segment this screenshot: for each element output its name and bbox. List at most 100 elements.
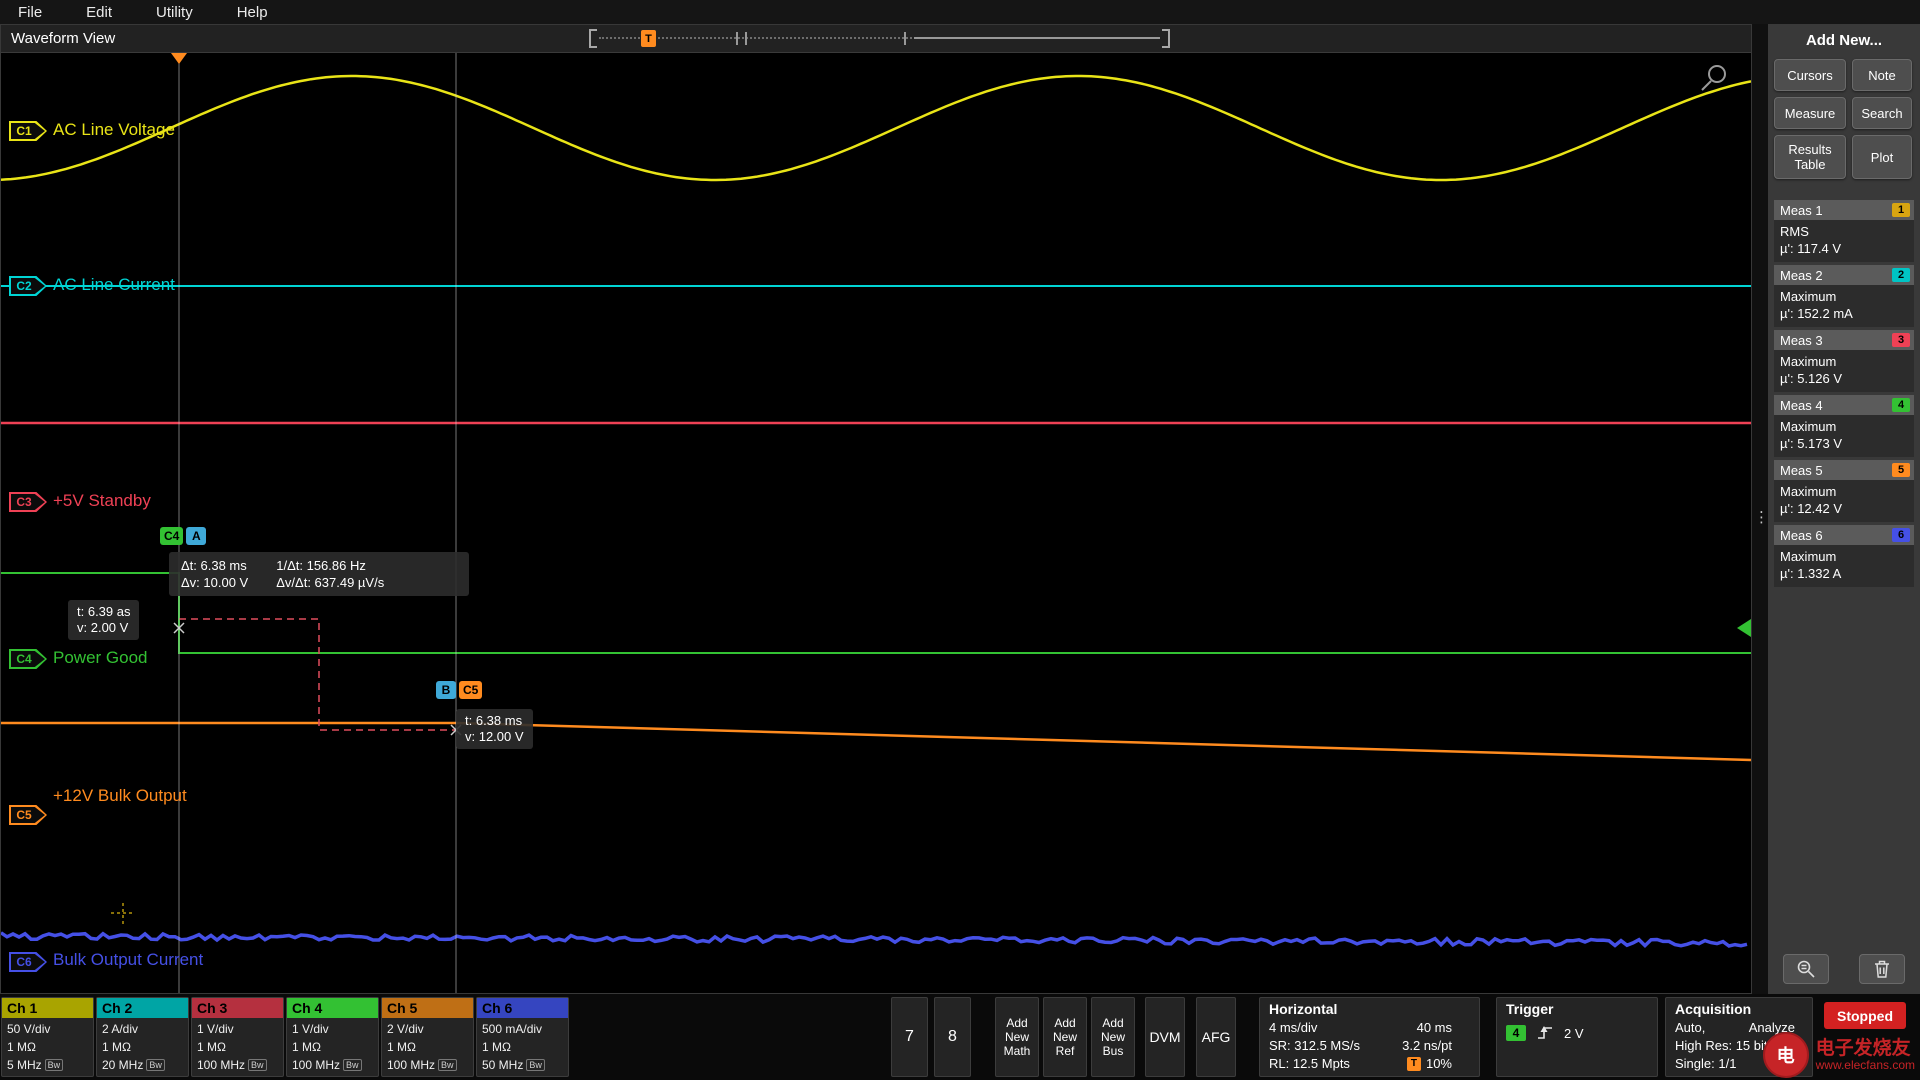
menu-utility[interactable]: Utility	[156, 4, 193, 21]
channel-1-tile[interactable]: Ch 1 50 V/div 1 MΩ 5 MHz Bw	[1, 997, 94, 1077]
channel-5-tile[interactable]: Ch 5 2 V/div 1 MΩ 100 MHz Bw	[381, 997, 474, 1077]
badge-text: C6	[16, 955, 32, 969]
channel-badge-c6[interactable]: C6	[9, 952, 47, 972]
waveform-canvas[interactable]: C1 C2 C3 C4 C5 C6 AC Line Voltage AC Lin…	[1, 53, 1751, 993]
channel-scale: 50 V/div	[7, 1022, 51, 1036]
channel-3-tile[interactable]: Ch 3 1 V/div 1 MΩ 100 MHz Bw	[191, 997, 284, 1077]
measurement-header[interactable]: Meas 1 1	[1774, 200, 1914, 220]
channel-7-tile[interactable]: 7	[891, 997, 928, 1077]
channel-badge-c2[interactable]: C2	[9, 276, 47, 296]
delete-button[interactable]	[1859, 954, 1905, 984]
plot-button[interactable]: Plot	[1852, 135, 1912, 179]
search-button[interactable]: Search	[1852, 97, 1912, 129]
channel-coupling: 1 MΩ	[482, 1040, 511, 1054]
channel-badge-c3[interactable]: C3	[9, 492, 47, 512]
measurement-header[interactable]: Meas 2 2	[1774, 265, 1914, 285]
trace-c1[interactable]	[1, 74, 1751, 182]
channel-coupling: 1 MΩ	[102, 1040, 131, 1054]
measurement-type: Maximum	[1780, 289, 1837, 304]
trace-label-c2[interactable]: AC Line Current	[53, 275, 175, 295]
run-stop-status-button[interactable]: Stopped	[1824, 1002, 1906, 1029]
measure-button[interactable]: Measure	[1774, 97, 1846, 129]
measurement-type: Maximum	[1780, 484, 1837, 499]
cursor-b-source-badges[interactable]: B C5	[436, 681, 483, 699]
menu-file[interactable]: File	[18, 4, 42, 21]
trace-label-c6[interactable]: Bulk Output Current	[53, 950, 203, 970]
measurement-body: Maximum µ': 5.126 V	[1774, 350, 1914, 392]
bandwidth-limit-icon: Bw	[44, 1059, 64, 1071]
add-new-ref-button[interactable]: Add New Ref	[1043, 997, 1087, 1077]
elecfans-watermark: 电 电子发烧友 www.elecfans.com	[1762, 1032, 1915, 1078]
cursor-a-readout[interactable]: t: 6.39 as v: 2.00 V	[68, 600, 140, 640]
trigger-panel[interactable]: Trigger 4 2 V	[1496, 997, 1658, 1077]
trace-c6[interactable]	[1, 931, 1748, 949]
trace-label-c3[interactable]: +5V Standby	[53, 491, 151, 511]
trigger-position-marker-icon[interactable]: T	[641, 30, 656, 47]
trigger-position-icon[interactable]	[171, 53, 187, 64]
measurement-name: Meas 1	[1780, 202, 1823, 218]
zoom-results-button[interactable]	[1783, 954, 1829, 984]
bandwidth-limit-icon: Bw	[438, 1059, 457, 1071]
measurement-card-6[interactable]: Meas 6 6 Maximum µ': 1.332 A	[1774, 525, 1914, 587]
measurement-card-4[interactable]: Meas 4 4 Maximum µ': 5.173 V	[1774, 395, 1914, 457]
trace-c5[interactable]	[1, 721, 1751, 762]
acquisition-title: Acquisition	[1675, 1001, 1752, 1017]
waveform-view-titlebar[interactable]: Waveform View T	[1, 25, 1751, 53]
note-button[interactable]: Note	[1852, 59, 1912, 91]
measurement-type: RMS	[1780, 224, 1809, 239]
channel-2-settings: 2 A/div 1 MΩ 20 MHz Bw	[97, 1018, 188, 1076]
channel-2-tile[interactable]: Ch 2 2 A/div 1 MΩ 20 MHz Bw	[96, 997, 189, 1077]
measurement-card-3[interactable]: Meas 3 3 Maximum µ': 5.126 V	[1774, 330, 1914, 392]
add-new-bus-button[interactable]: Add New Bus	[1091, 997, 1135, 1077]
results-table-button[interactable]: Results Table	[1774, 135, 1846, 179]
cursor-b-readout[interactable]: t: 6.38 ms v: 12.00 V	[456, 709, 533, 749]
trace-label-c4[interactable]: Power Good	[53, 648, 148, 668]
slope-readout: Δv/Δt: 637.49 µV/s	[276, 575, 385, 590]
channel-badge-c1[interactable]: C1	[9, 121, 47, 141]
cursor-b-voltage: v: 12.00 V	[465, 729, 524, 744]
measurement-value: µ': 5.126 V	[1780, 371, 1843, 386]
cursors-button[interactable]: Cursors	[1774, 59, 1846, 91]
indicator-tick	[745, 32, 747, 45]
zoom-magnifier-icon[interactable]	[1701, 65, 1726, 91]
trigger-level-arrow-icon[interactable]	[1737, 619, 1751, 637]
menu-help[interactable]: Help	[237, 4, 268, 21]
horizontal-panel[interactable]: Horizontal 4 ms/div 40 ms SR: 312.5 MS/s…	[1259, 997, 1480, 1077]
measurement-card-1[interactable]: Meas 1 1 RMS µ': 117.4 V	[1774, 200, 1914, 262]
trigger-title: Trigger	[1506, 1001, 1554, 1017]
measurement-body: Maximum µ': 1.332 A	[1774, 545, 1914, 587]
add-new-math-button[interactable]: Add New Math	[995, 997, 1039, 1077]
channel-scale: 1 V/div	[197, 1022, 234, 1036]
cursor-delta-readout[interactable]: Δt: 6.38 ms Δv: 10.00 V 1/Δt: 156.86 Hz …	[169, 552, 469, 596]
channel-4-tile[interactable]: Ch 4 1 V/div 1 MΩ 100 MHz Bw	[286, 997, 379, 1077]
acquisition-single: Single: 1/1	[1675, 1056, 1737, 1071]
channel-1-settings: 50 V/div 1 MΩ 5 MHz Bw	[2, 1018, 93, 1076]
channel-badge-c4[interactable]: C4	[9, 649, 47, 669]
measurement-name: Meas 6	[1780, 527, 1823, 543]
bandwidth-limit-icon: Bw	[343, 1059, 362, 1071]
trace-label-c1[interactable]: AC Line Voltage	[53, 120, 175, 140]
trace-label-c5[interactable]: +12V Bulk Output	[53, 786, 187, 806]
oscilloscope-screen: File Edit Utility Help Waveform View T C…	[0, 0, 1920, 1080]
measurement-source-badge: 4	[1892, 398, 1910, 412]
channel-8-tile[interactable]: 8	[934, 997, 971, 1077]
channel-5-settings: 2 V/div 1 MΩ 100 MHz Bw	[382, 1018, 473, 1076]
measurement-header[interactable]: Meas 3 3	[1774, 330, 1914, 350]
measurement-header[interactable]: Meas 6 6	[1774, 525, 1914, 545]
cursor-a-channel-badge: C4	[160, 527, 184, 545]
bandwidth-limit-icon: Bw	[146, 1059, 165, 1071]
measurement-header[interactable]: Meas 4 4	[1774, 395, 1914, 415]
add-new-buttons: Cursors Note Measure Search Results Tabl…	[1774, 59, 1920, 179]
menu-bar: File Edit Utility Help	[0, 0, 1920, 24]
afg-button[interactable]: AFG	[1196, 997, 1236, 1077]
measurement-header[interactable]: Meas 5 5	[1774, 460, 1914, 480]
menu-edit[interactable]: Edit	[86, 4, 112, 21]
measurement-card-2[interactable]: Meas 2 2 Maximum µ': 152.2 mA	[1774, 265, 1914, 327]
indicator-solid-line	[914, 37, 1160, 39]
cursor-a-source-badges[interactable]: C4 A	[160, 527, 207, 545]
channel-badge-c5[interactable]: C5	[9, 805, 47, 825]
measurement-card-5[interactable]: Meas 5 5 Maximum µ': 12.42 V	[1774, 460, 1914, 522]
dvm-button[interactable]: DVM	[1145, 997, 1185, 1077]
channel-6-tile[interactable]: Ch 6 500 mA/div 1 MΩ 50 MHz Bw	[476, 997, 569, 1077]
horizontal-position-indicator[interactable]: T	[589, 29, 1170, 48]
